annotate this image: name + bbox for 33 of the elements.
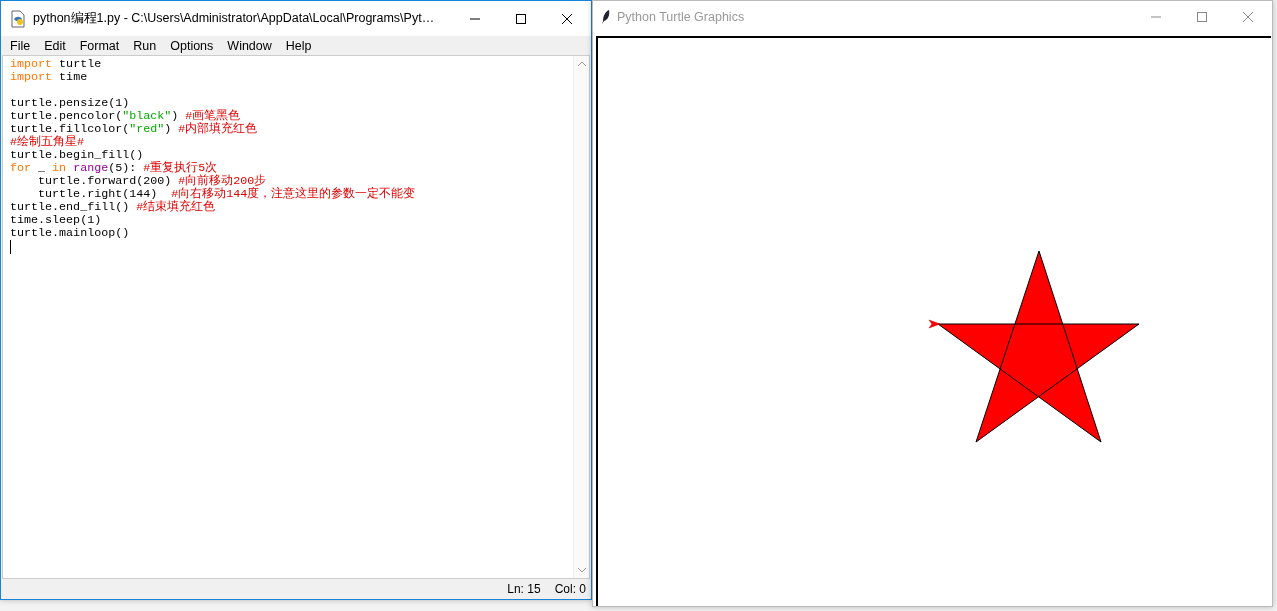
document-icon [9,9,27,28]
menu-item[interactable]: Window [220,38,279,53]
code-line: import turtle [10,58,103,71]
menu-item[interactable]: Run [126,38,164,53]
caret-up-icon[interactable] [576,61,587,67]
code-line: turtle.end_fill() #结束填充红色 [10,201,217,214]
code-line: turtle.fillcolor("red") #内部填充红色 [10,123,259,136]
code-line: turtle.mainloop() [10,227,131,240]
window-title: python编程1.py - C:\Users\Administrator\AppData\Local\Programs\Pyt… [33,10,435,27]
close-icon[interactable] [561,12,573,25]
menu-item[interactable]: Format [72,38,127,53]
caret-down-icon[interactable] [576,567,587,573]
column-number: Col: 0 [554,582,586,596]
code-line: import time [10,71,89,84]
code-line: turtle.pensize(1) [10,97,131,110]
line-number: Ln: 15 [507,582,541,596]
maximize-icon[interactable] [515,12,527,25]
window-title: Python Turtle Graphics [617,10,745,24]
code-line: for _ in range(5): #重复执行5次 [10,162,218,175]
menu-item[interactable]: File [3,38,38,53]
code-line: turtle.right(144) #向右移动144度，注意这里的参数一定不能变 [37,188,417,201]
feather-icon [601,9,611,25]
scrollbar[interactable] [573,56,589,578]
menu-item[interactable]: Help [278,38,319,53]
code-line: #绘制五角星# [10,136,85,149]
menu-item[interactable]: Edit [37,38,73,53]
code-line: turtle.begin_fill() [10,149,145,162]
code-line: turtle.pencolor("black") #画笔黑色 [10,110,241,123]
code-line: turtle.forward(200) #向前移动200步 [37,175,268,188]
turtle-cursor-icon [928,319,941,329]
code-line: time.sleep(1) [10,214,103,227]
text-cursor [10,240,11,254]
menu-item[interactable]: Options [163,38,221,53]
